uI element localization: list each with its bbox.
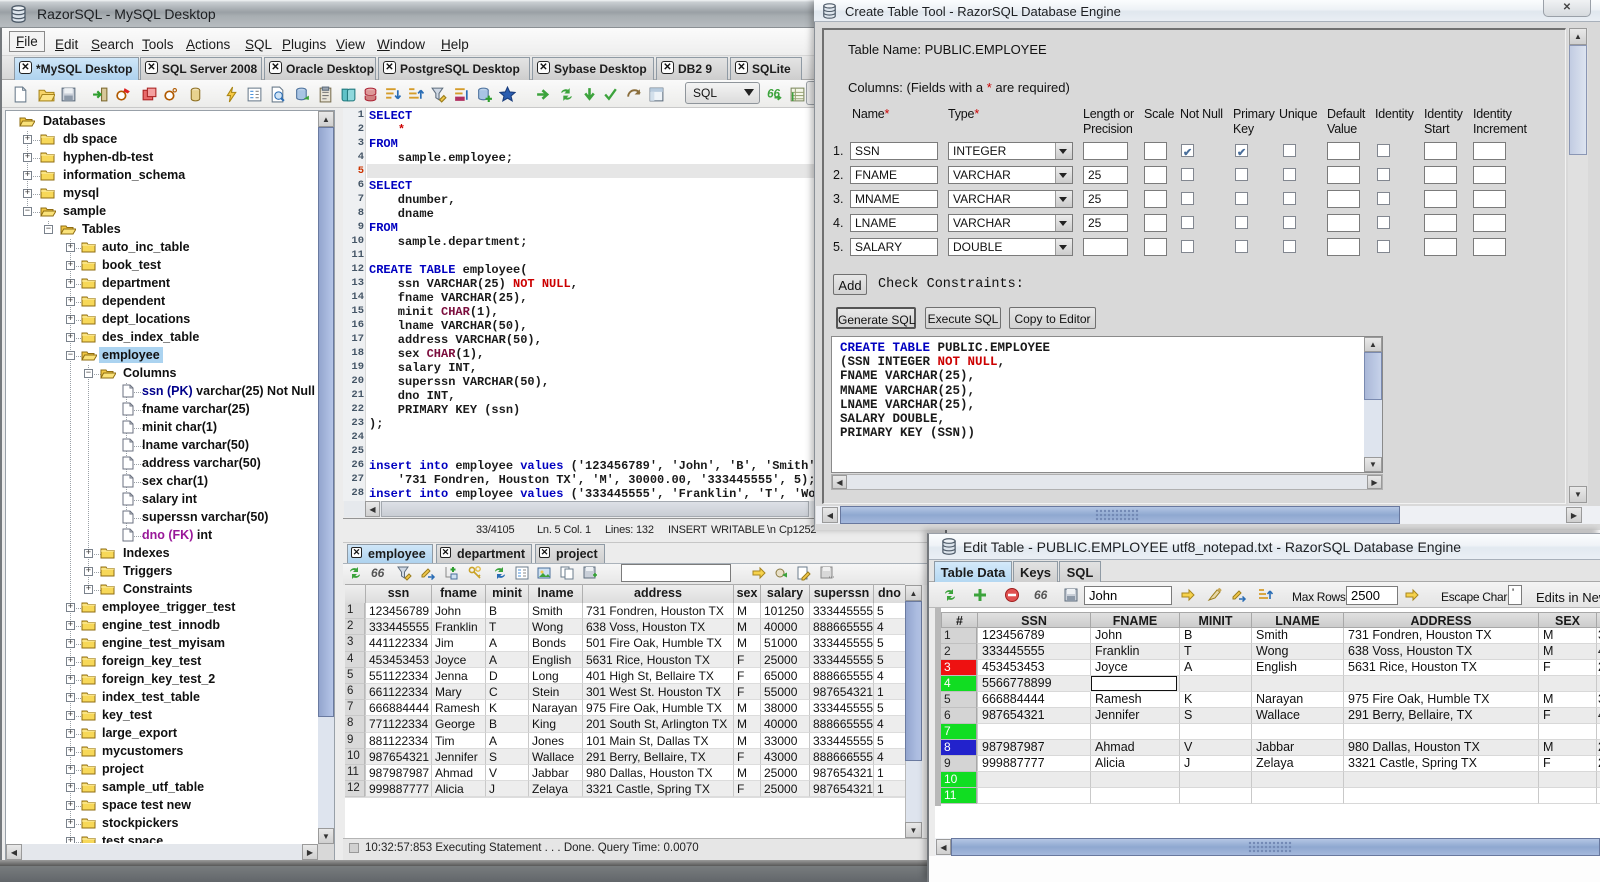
svg-text:66: 66 bbox=[371, 566, 385, 580]
svg-text:66: 66 bbox=[1034, 588, 1048, 602]
